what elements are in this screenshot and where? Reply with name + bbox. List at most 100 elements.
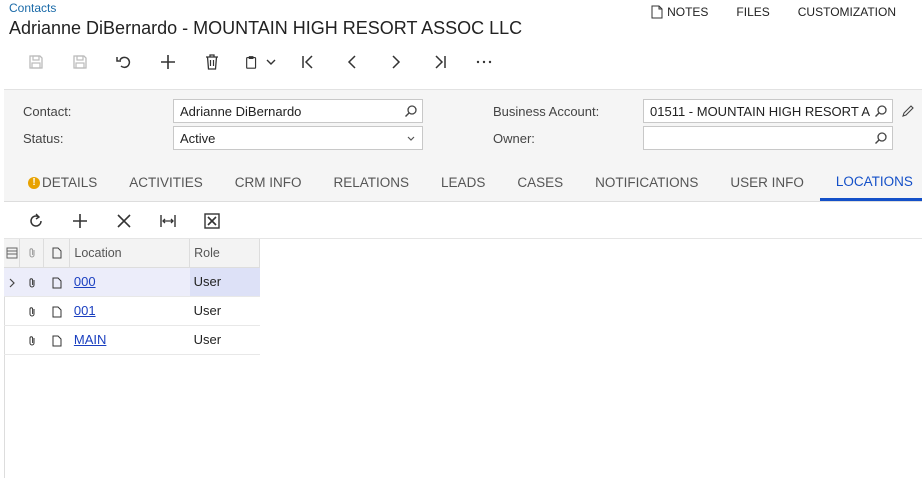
note-cell[interactable] (43, 296, 70, 326)
breadcrumb[interactable]: Contacts (9, 1, 56, 15)
files-link[interactable]: FILES (736, 5, 769, 19)
undo-icon (116, 56, 131, 69)
last-record-button[interactable] (418, 50, 462, 74)
note-icon (52, 277, 62, 289)
copy-paste-dropdown[interactable] (234, 50, 286, 74)
more-actions-button[interactable] (462, 50, 506, 74)
previous-icon (347, 55, 356, 69)
tab-notifications[interactable]: NOTIFICATIONS (579, 161, 714, 201)
fit-columns-button[interactable] (146, 209, 190, 233)
grid-toolbar (4, 203, 922, 239)
status-value: Active (180, 131, 216, 146)
attachment-cell[interactable] (19, 325, 44, 355)
delete-row-button[interactable] (102, 209, 146, 233)
first-record-button[interactable] (286, 50, 330, 74)
contact-field[interactable]: Adrianne DiBernardo (173, 99, 423, 123)
role-cell[interactable]: User (189, 267, 260, 297)
customization-link[interactable]: CUSTOMIZATION (798, 5, 896, 19)
table-row[interactable]: 000 User (4, 267, 260, 297)
note-cell[interactable] (43, 325, 70, 355)
main-toolbar (14, 50, 506, 74)
location-column-header[interactable]: Location (69, 239, 191, 268)
table-row[interactable]: MAIN User (4, 325, 260, 355)
paperclip-icon (29, 248, 35, 258)
contact-label: Contact: (23, 104, 72, 119)
paperclip-icon (29, 335, 35, 346)
role-column-header[interactable]: Role (189, 239, 260, 268)
business-account-value: 01511 - MOUNTAIN HIGH RESORT A (650, 104, 871, 119)
chevron-down-icon (407, 136, 415, 141)
paperclip-icon (29, 277, 35, 288)
location-link[interactable]: MAIN (74, 332, 107, 347)
copy-paste-icon (246, 56, 257, 69)
search-icon[interactable] (404, 104, 418, 118)
status-select[interactable]: Active (173, 126, 423, 150)
tab-user-info-label: USER INFO (730, 175, 804, 190)
note-icon (52, 306, 62, 318)
refresh-button[interactable] (14, 209, 58, 233)
tab-activities-label: ACTIVITIES (129, 175, 203, 190)
add-icon (161, 55, 175, 69)
save-button[interactable] (14, 50, 58, 74)
location-link[interactable]: 000 (74, 274, 96, 289)
role-cell[interactable]: User (189, 296, 260, 326)
undo-button[interactable] (102, 50, 146, 74)
chevron-down-icon (266, 59, 276, 65)
export-excel-button[interactable] (190, 209, 234, 233)
tab-details[interactable]: ! DETAILS (4, 161, 113, 201)
notes-link[interactable]: NOTES (651, 5, 708, 19)
delete-button[interactable] (190, 50, 234, 74)
owner-field[interactable] (643, 126, 893, 150)
location-cell: MAIN (69, 325, 190, 355)
fit-width-icon (160, 214, 176, 227)
tab-locations[interactable]: LOCATIONS (819, 161, 922, 201)
locations-grid: Location Role 000 User 001 User MAIN Use… (4, 239, 260, 355)
paperclip-icon (29, 306, 35, 317)
role-cell[interactable]: User (189, 325, 260, 355)
row-selector-header[interactable] (4, 239, 21, 268)
attachment-cell[interactable] (19, 296, 44, 326)
tab-leads-label: LEADS (441, 175, 486, 190)
tab-leads[interactable]: LEADS (425, 161, 501, 201)
note-icon (52, 247, 62, 259)
tab-cases[interactable]: CASES (501, 161, 579, 201)
row-selector[interactable] (4, 325, 20, 355)
attachment-cell[interactable] (19, 267, 44, 297)
tab-user-info[interactable]: USER INFO (714, 161, 820, 201)
files-label: FILES (736, 5, 770, 19)
note-header (43, 239, 71, 268)
top-links: NOTES FILES CUSTOMIZATION (651, 5, 896, 19)
row-selector[interactable] (4, 296, 20, 326)
chevron-right-icon (9, 278, 15, 287)
tab-crm-info[interactable]: CRM INFO (219, 161, 318, 201)
next-record-button[interactable] (374, 50, 418, 74)
search-icon[interactable] (874, 131, 888, 145)
previous-record-button[interactable] (330, 50, 374, 74)
tab-relations[interactable]: RELATIONS (318, 161, 426, 201)
add-button[interactable] (146, 50, 190, 74)
edit-pencil-icon[interactable] (901, 104, 915, 118)
columns-icon (6, 247, 18, 259)
save-close-button[interactable] (58, 50, 102, 74)
table-row[interactable]: 001 User (4, 296, 260, 326)
search-icon[interactable] (874, 104, 888, 118)
save-icon (29, 55, 43, 69)
delete-icon (206, 54, 218, 70)
note-cell[interactable] (43, 267, 70, 297)
location-link[interactable]: 001 (74, 303, 96, 318)
next-icon (392, 55, 401, 69)
tab-locations-label: LOCATIONS (835, 174, 913, 189)
business-account-label: Business Account: (493, 104, 600, 119)
tab-activities[interactable]: ACTIVITIES (113, 161, 219, 201)
row-selector[interactable] (4, 267, 20, 297)
location-cell: 001 (69, 296, 190, 326)
contact-value: Adrianne DiBernardo (180, 104, 302, 119)
refresh-icon (30, 213, 42, 227)
add-row-button[interactable] (58, 209, 102, 233)
notes-label: NOTES (667, 5, 709, 19)
first-icon (302, 55, 313, 69)
grid-header-row: Location Role (4, 239, 260, 268)
owner-label: Owner: (493, 131, 535, 146)
tab-details-label: DETAILS (42, 175, 98, 190)
business-account-field[interactable]: 01511 - MOUNTAIN HIGH RESORT A (643, 99, 893, 123)
